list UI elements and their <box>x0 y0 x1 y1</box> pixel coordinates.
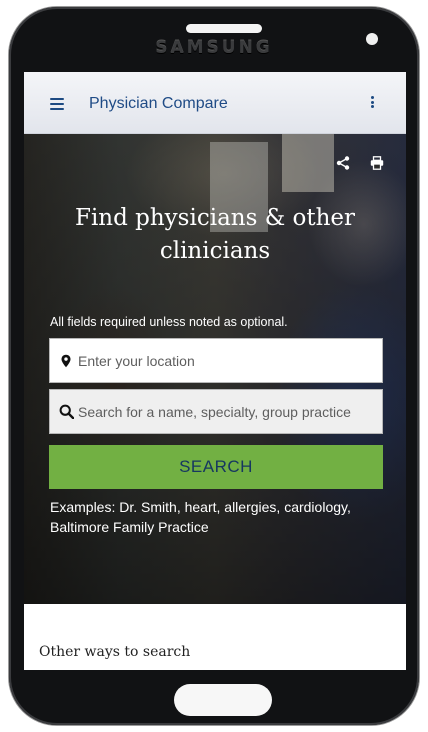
device-brand: SAMSUNG <box>155 38 273 58</box>
earpiece-speaker <box>186 24 262 33</box>
app-screen: Physician Compare Find physicians & othe… <box>24 72 406 670</box>
required-fields-note: All fields required unless noted as opti… <box>50 315 288 329</box>
location-field[interactable] <box>49 338 383 383</box>
home-button[interactable] <box>174 684 272 716</box>
search-icon <box>59 404 74 419</box>
share-icon[interactable] <box>336 156 350 170</box>
top-bar: Physician Compare <box>24 72 406 134</box>
app-title[interactable]: Physician Compare <box>89 95 228 113</box>
other-ways-heading: Other ways to search <box>39 644 191 660</box>
hero-title: Find physicians & other clinicians <box>74 205 356 264</box>
search-button[interactable]: SEARCH <box>49 445 383 489</box>
location-input[interactable] <box>78 339 378 382</box>
hero-search-panel: Find physicians & other clinicians All f… <box>24 134 406 604</box>
print-icon[interactable] <box>370 156 384 170</box>
search-query-input[interactable] <box>78 390 378 433</box>
more-options-icon[interactable] <box>369 96 375 110</box>
background-photo-detail <box>282 134 334 192</box>
map-pin-icon <box>61 354 71 368</box>
query-field[interactable] <box>49 389 383 434</box>
hamburger-menu-icon[interactable] <box>50 98 64 110</box>
search-examples: Examples: Dr. Smith, heart, allergies, c… <box>50 499 351 535</box>
